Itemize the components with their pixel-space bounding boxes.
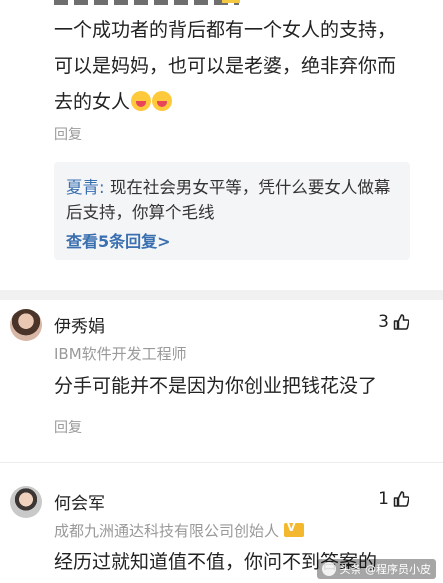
- watermark: 头条 @程序员小皮: [316, 559, 436, 579]
- nested-reply-author[interactable]: 夏青: [66, 178, 99, 197]
- section-divider: [0, 290, 443, 300]
- like-button[interactable]: 1: [378, 489, 409, 509]
- comment-text: 分手可能并不是因为你创业把钱花没了: [54, 375, 378, 397]
- view-more-replies-link[interactable]: 查看5条回复>: [66, 228, 398, 252]
- avatar[interactable]: [10, 309, 42, 341]
- commenter-title: 成都九洲通达科技有限公司创始人: [54, 520, 305, 541]
- comment-text: 一个成功者的背后都有一个女人的支持，可以是妈妈，也可以是老婆，绝非弃你而去的女人: [54, 19, 397, 113]
- nested-reply: 夏青: 现在社会男女平等，凭什么要女人做幕后支持，你算个毛线: [66, 178, 391, 222]
- commenter-name[interactable]: 何会军: [54, 489, 105, 514]
- previous-comment-header-cut: [0, 0, 443, 5]
- reply-button[interactable]: 回复: [54, 124, 82, 144]
- like-count: 1: [378, 489, 389, 509]
- nested-reply-text: 现在社会男女平等，凭什么要女人做幕后支持，你算个毛线: [66, 178, 391, 222]
- nested-reply-box: 夏青: 现在社会男女平等，凭什么要女人做幕后支持，你算个毛线 查看5条回复>: [54, 162, 410, 260]
- commenter-name[interactable]: 伊秀娟: [54, 312, 105, 337]
- watermark-text: 头条 @程序员小皮: [339, 563, 432, 576]
- toutiao-logo-icon: [321, 562, 336, 576]
- verified-badge-icon: [284, 521, 305, 537]
- commenter-title: IBM软件开发工程师: [54, 345, 187, 363]
- reply-button[interactable]: 回复: [54, 417, 82, 437]
- laughing-emoji-icon: [152, 91, 173, 111]
- like-count: 3: [378, 312, 389, 332]
- thumbs-up-icon: [393, 314, 409, 330]
- thumbs-up-icon: [393, 491, 409, 507]
- like-button[interactable]: 3: [378, 312, 409, 332]
- laughing-emoji-icon: [131, 91, 152, 111]
- avatar[interactable]: [10, 486, 42, 518]
- comment-divider: [0, 462, 443, 463]
